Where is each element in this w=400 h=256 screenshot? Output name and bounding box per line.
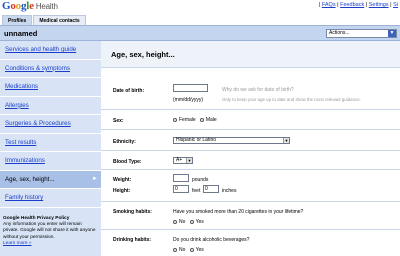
weight-label: Weight:	[113, 177, 132, 183]
sidebar-item-age-sex-height[interactable]: Age, sex, height... ►	[0, 170, 101, 189]
height-inches-unit: inches	[222, 188, 237, 194]
divider	[101, 109, 400, 110]
height-feet-unit: feet	[192, 188, 201, 194]
drinking-no-radio[interactable]	[173, 247, 177, 252]
feedback-link[interactable]: Feedback	[340, 2, 364, 8]
ethnicity-value: Hispanic or Latino	[176, 137, 217, 143]
sex-male-label: Male	[205, 117, 217, 123]
main-header: Age, sex, height...	[101, 41, 400, 68]
smoking-label: Smoking habits:	[113, 209, 152, 215]
google-health-logo[interactable]: Google Health	[2, 0, 58, 12]
sidebar-item-medications[interactable]: Medications	[0, 78, 101, 97]
sidebar-item-allergies[interactable]: Allergies	[0, 97, 101, 115]
drinking-options: No Yes	[173, 247, 204, 253]
tab-profiles[interactable]: Profiles	[2, 15, 33, 25]
sidebar-item-services[interactable]: Services and health guide	[0, 41, 101, 60]
height-feet-input[interactable]: 0	[173, 185, 189, 193]
smoking-no-label: No	[179, 219, 186, 225]
height-inches-input[interactable]: 0	[203, 185, 219, 193]
drinking-yes-label: Yes	[195, 247, 204, 253]
sidebar-item-label: Age, sex, height...	[5, 175, 55, 183]
drinking-no-label: No	[179, 247, 186, 253]
smoking-no-radio[interactable]	[173, 219, 177, 224]
tab-medical-contacts[interactable]: Medical contacts	[33, 15, 86, 25]
smoking-yes-radio[interactable]	[189, 219, 194, 224]
main-panel: Age, sex, height... Date of birth: (mm/d…	[101, 41, 400, 256]
sex-label: Sex:	[113, 118, 124, 124]
smoking-options: No Yes	[173, 219, 204, 225]
sex-female-label: Female	[179, 117, 196, 123]
smoking-yes-label: Yes	[195, 219, 204, 225]
sex-options: Female Male	[173, 117, 217, 123]
smoking-question: Have you smoked more than 20 cigarettes …	[173, 209, 304, 215]
sidebar-item-conditions[interactable]: Conditions & symptoms	[0, 60, 101, 78]
divider	[101, 229, 400, 230]
drinking-question: Do you drink alcoholic beverages?	[173, 237, 250, 243]
ethnicity-label: Ethnicity:	[113, 139, 136, 145]
actions-dropdown[interactable]: Actions... ▼	[326, 29, 397, 38]
settings-link[interactable]: Settings	[369, 2, 389, 8]
actions-label: Actions...	[329, 30, 350, 36]
dob-why: Why do we ask for date of birth?	[222, 87, 294, 93]
top-bar: Google Health | FAQs | Feedback | Setting…	[0, 0, 400, 13]
weight-input[interactable]	[173, 174, 189, 182]
tab-bar: Profiles Medical contacts	[2, 15, 87, 25]
drinking-label: Drinking habits:	[113, 237, 152, 243]
privacy-notice: Google Health Privacy Policy Any informa…	[3, 216, 98, 247]
sidebar-item-immunizations[interactable]: Immunizations	[0, 152, 101, 171]
height-label: Height:	[113, 188, 131, 194]
chevron-down-icon: ▼	[186, 158, 192, 163]
sidebar-item-surgeries[interactable]: Surgeries & Procedures	[0, 115, 101, 134]
chevron-right-icon: ►	[92, 176, 98, 183]
divider	[101, 129, 400, 130]
sex-female-radio[interactable]	[173, 117, 177, 122]
top-links: | FAQs | Feedback | Settings | Si	[318, 2, 398, 8]
profile-name: unnamed	[4, 29, 38, 38]
privacy-body: Any information you enter will remain pr…	[3, 222, 96, 240]
sign-out-link[interactable]: Si	[393, 2, 398, 8]
faqs-link[interactable]: FAQs	[322, 2, 336, 8]
chevron-down-icon: ▼	[388, 30, 396, 37]
sidebar: Services and health guide Conditions & s…	[0, 41, 101, 256]
blood-type-value: A+	[176, 157, 183, 163]
drinking-yes-radio[interactable]	[189, 247, 194, 252]
dob-label: Date of birth:	[113, 88, 145, 94]
ethnicity-select[interactable]: Hispanic or Latino ▼	[173, 137, 290, 144]
divider	[101, 201, 400, 202]
sidebar-item-test-results[interactable]: Test results	[0, 134, 101, 152]
blood-type-select[interactable]: A+ ▼	[173, 157, 193, 164]
divider	[101, 169, 400, 170]
profile-bar: unnamed Actions... ▼	[0, 25, 400, 41]
page-title: Age, sex, height...	[111, 50, 175, 59]
sidebar-item-family-history[interactable]: Family history	[0, 189, 101, 208]
dob-format-hint: (mm/dd/yyyy)	[173, 97, 203, 103]
dob-input[interactable]	[173, 84, 208, 92]
learn-more-link[interactable]: Learn more »	[3, 241, 32, 246]
blood-type-label: Blood Type:	[113, 159, 142, 165]
weight-unit: pounds	[192, 177, 209, 183]
chevron-down-icon: ▼	[283, 138, 289, 143]
divider	[101, 150, 400, 151]
sex-male-radio[interactable]	[199, 117, 204, 122]
dob-why-detail: Only to keep your age up to date and sho…	[222, 97, 361, 102]
